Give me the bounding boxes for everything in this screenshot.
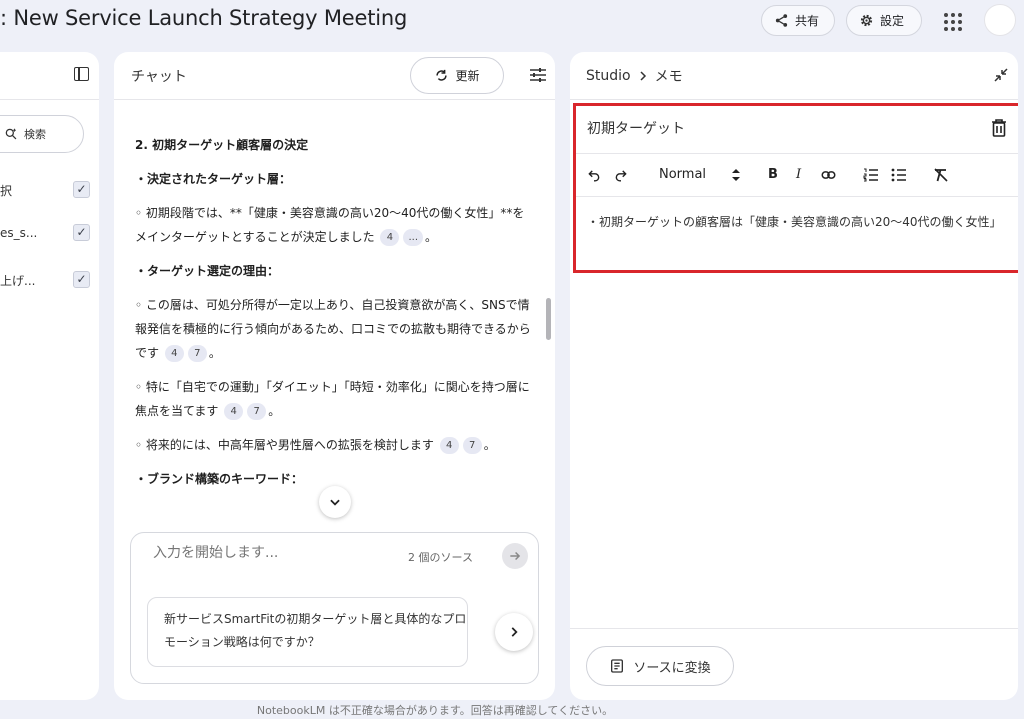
citation-chip[interactable]: 7 (247, 403, 267, 420)
citation-chip[interactable]: 4 (380, 229, 400, 246)
numbered-list-icon[interactable] (863, 168, 878, 182)
chat-title: チャット (131, 69, 187, 85)
avatar[interactable] (984, 4, 1016, 36)
decided-text: ◦ 初期段階では、**「健康・美容意識の高い20〜40代の働く女性」**をメイン… (135, 206, 525, 244)
reason-heading: ・ターゲット選定の理由： (135, 264, 280, 278)
app-header: : New Service Launch Strategy Meeting 共有… (0, 0, 1024, 44)
section-heading: 2. 初期ターゲット顧客層の決定 (135, 138, 309, 152)
trash-icon[interactable] (990, 118, 1008, 138)
citation-chip[interactable]: ... (403, 229, 424, 246)
tune-icon[interactable] (529, 67, 547, 83)
sidebar-toggle-icon[interactable] (74, 67, 89, 81)
citation-chip[interactable]: 7 (462, 437, 482, 454)
source-count: 2 個のソース (408, 551, 473, 564)
link-icon[interactable] (821, 169, 836, 181)
arrow-right-icon (510, 551, 521, 561)
source-item[interactable]: es_s... ✓ (0, 221, 99, 245)
refresh-label: 更新 (455, 69, 480, 83)
bold-icon[interactable]: B (768, 166, 778, 184)
decided-heading: ・決定されたターゲット層： (135, 172, 292, 186)
chat-panel-header: チャット 更新 (114, 52, 555, 100)
send-button[interactable] (502, 543, 528, 569)
sources-panel: 検索 択 ✓ es_s... ✓ 上げ... ✓ (0, 52, 99, 700)
undo-icon[interactable] (587, 168, 601, 182)
source-checkbox[interactable]: ✓ (73, 181, 90, 198)
disclaimer: NotebookLM は不正確な場合があります。回答は再確認してください。 (256, 704, 614, 717)
source-item-label: es_s... (0, 226, 38, 240)
decided-paragraph: ◦ 初期段階では、**「健康・美容意識の高い20〜40代の働く女性」**をメイン… (135, 206, 525, 246)
convert-label: ソースに変換 (633, 660, 711, 676)
chevron-right-icon (640, 71, 646, 81)
citation-chip[interactable]: 4 (224, 403, 244, 420)
apps-grid-icon[interactable] (940, 9, 964, 33)
sources-panel-header (0, 52, 99, 100)
note-body[interactable]: ・初期ターゲットの顧客層は「健康・美容意識の高い20〜40代の働く女性」 (587, 210, 1012, 234)
redo-icon[interactable] (614, 168, 628, 182)
reason-paragraph: ◦ 将来的には、中高年層や男性層への拡張を検討します 4 7。 (135, 437, 496, 454)
studio-panel-header: Studio メモ (570, 52, 1018, 100)
reason-paragraph: ◦ この層は、可処分所得が一定以上あり、自己投資意欲が高く、SNSで情報発信を積… (135, 298, 531, 362)
breadcrumb-studio[interactable]: Studio (586, 68, 631, 84)
settings-label: 設定 (880, 14, 905, 28)
text-style-select[interactable]: Normal (659, 166, 706, 184)
search-label: 検索 (24, 128, 46, 141)
citation-chip[interactable]: 4 (439, 437, 459, 454)
source-item[interactable]: 択 ✓ (0, 178, 99, 202)
next-suggestion-button[interactable] (495, 613, 533, 651)
source-search-button[interactable]: 検索 (0, 115, 84, 153)
scroll-down-button[interactable] (319, 486, 351, 518)
note-title[interactable]: 初期ターゲット (587, 118, 685, 138)
italic-icon[interactable]: I (796, 166, 801, 184)
breadcrumb-note: メモ (654, 69, 683, 85)
source-checkbox[interactable]: ✓ (73, 271, 90, 288)
reason-text: ◦ 将来的には、中高年層や男性層への拡張を検討します (135, 438, 434, 452)
source-item[interactable]: 上げ... ✓ (0, 268, 99, 292)
refresh-icon (436, 69, 448, 81)
search-icon (5, 128, 17, 140)
reason-text: ◦ 特に「自宅での運動」「ダイエット」「時短・効率化」に関心を持つ層に焦点を当て… (135, 380, 530, 418)
citation-chip[interactable]: 4 (164, 345, 184, 362)
notebook-title[interactable]: : New Service Launch Strategy Meeting (0, 6, 407, 30)
share-button[interactable]: 共有 (761, 5, 835, 36)
gear-icon (860, 14, 873, 27)
collapse-icon[interactable] (994, 68, 1008, 82)
bulleted-list-icon[interactable] (891, 168, 906, 182)
note-icon (611, 659, 624, 673)
chat-input[interactable] (153, 545, 393, 561)
settings-button[interactable]: 設定 (846, 5, 922, 36)
studio-footer-divider (570, 628, 1018, 629)
chat-panel: チャット 更新 2. 初期ターゲット顧客層の決定 ・決定されたターゲット層： ◦… (114, 52, 555, 700)
reason-paragraph: ◦ 特に「自宅での運動」「ダイエット」「時短・効率化」に関心を持つ層に焦点を当て… (135, 380, 530, 420)
select-arrows-icon[interactable] (731, 168, 741, 182)
suggested-question[interactable]: 新サービスSmartFitの初期ターゲット層と具体的なプロモーション戦略は何です… (147, 597, 468, 667)
source-checkbox[interactable]: ✓ (73, 224, 90, 241)
chevron-right-icon (511, 627, 518, 637)
share-label: 共有 (795, 14, 820, 28)
convert-to-source-button[interactable]: ソースに変換 (586, 646, 734, 686)
format-toolbar: Normal B I (576, 153, 1018, 197)
studio-panel: Studio メモ 初期ターゲット Normal B I ・初期ターゲットの顧客… (570, 52, 1018, 700)
share-icon (775, 14, 788, 27)
chat-scrollbar[interactable] (546, 298, 551, 340)
refresh-button[interactable]: 更新 (410, 57, 504, 94)
chat-composer: 2 個のソース 新サービスSmartFitの初期ターゲット層と具体的なプロモーシ… (130, 532, 539, 684)
note-editor: 初期ターゲット Normal B I ・初期ターゲットの顧客層は「健康・美容意識… (573, 103, 1018, 273)
breadcrumb: Studio メモ (586, 66, 683, 86)
source-item-label: 上げ... (0, 273, 36, 288)
source-item-label: 択 (0, 183, 13, 198)
citation-chip[interactable]: 7 (187, 345, 207, 362)
clear-format-icon[interactable] (933, 168, 948, 182)
chevron-down-icon (330, 499, 340, 506)
